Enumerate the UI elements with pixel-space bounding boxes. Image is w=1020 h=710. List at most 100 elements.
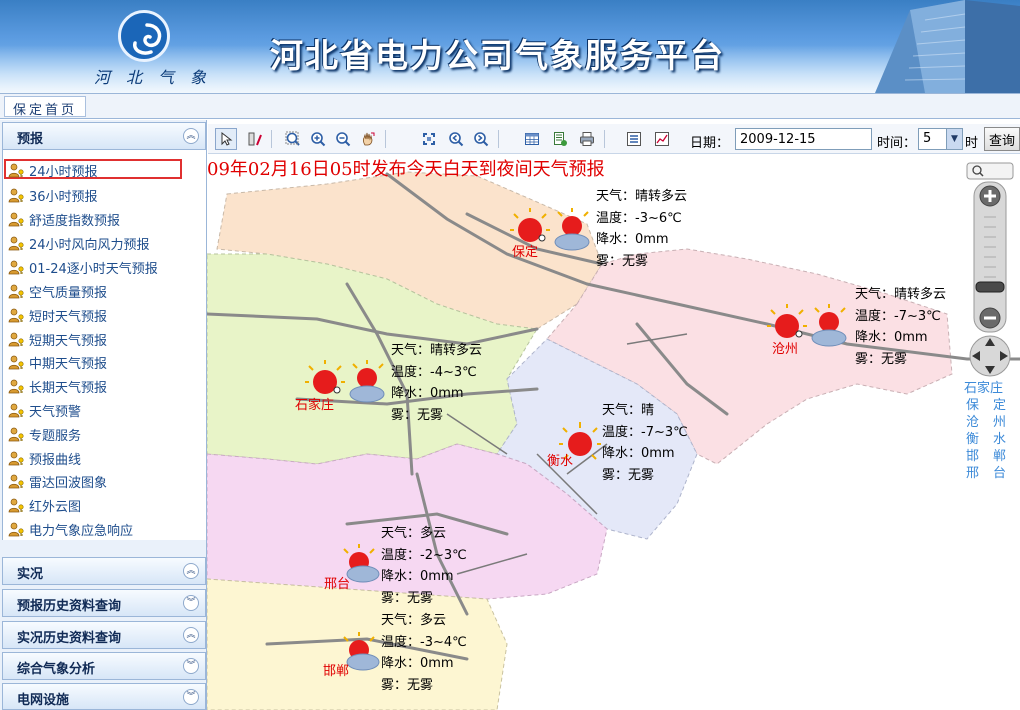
panel-header-label: 综合气象分析 xyxy=(17,662,96,677)
sidebar-item-forecast-curve[interactable]: 预报曲线 xyxy=(8,449,81,469)
weather-text: 天气：多云 xyxy=(381,613,447,628)
city-jump-link[interactable]: 台 xyxy=(993,466,1006,481)
panel-header-observation[interactable]: 实况 ︽ xyxy=(2,557,206,585)
city-label-hengshui: 衡水 xyxy=(547,454,574,469)
sidebar-item-special-service[interactable]: 专题服务 xyxy=(8,425,81,445)
sidebar-item-label: 舒适度指数预报 xyxy=(29,214,121,229)
collapse-chevron-icon[interactable]: ︽ xyxy=(183,563,199,579)
city-jump-link[interactable]: 定 xyxy=(993,398,1006,413)
person-key-icon xyxy=(8,403,25,418)
line-chart-icon xyxy=(655,132,669,146)
sidebar-item-36h-forecast[interactable]: 36小时预报 xyxy=(8,186,98,206)
breadcrumb-home-link[interactable]: 保定首页 xyxy=(4,96,87,118)
zoom-slider-thumb[interactable] xyxy=(975,281,1005,293)
panel-header-forecast-history[interactable]: 预报历史资料查询 ︾ xyxy=(2,589,206,617)
sidebar-item-label: 24小时风向风力预报 xyxy=(29,238,150,253)
weather-map[interactable]: 保定 沧州 石家庄 衡水 邢台 邯郸 天气：晴转多云 温度：-3~6℃ 降水：0… xyxy=(207,154,1020,710)
sidebar-item-medium-range[interactable]: 中期天气预报 xyxy=(8,353,107,373)
select-arrow-button[interactable] xyxy=(215,128,237,150)
forecast-block-hengshui: 天气：晴 温度：-7~3℃ 降水：0mm 雾：无雾 xyxy=(602,400,688,486)
collapse-chevron-icon[interactable]: ︽ xyxy=(183,627,199,643)
map-zoom-control[interactable] xyxy=(966,162,1016,382)
ruler-pencil-icon xyxy=(248,132,262,146)
city-jump-link[interactable]: 衡 xyxy=(966,432,979,447)
chevron-down-icon[interactable]: ▼ xyxy=(946,129,962,149)
prev-view-icon xyxy=(449,132,464,147)
pan-arrows-icon[interactable] xyxy=(969,335,1011,377)
forecast-block-shijiazhuang: 天气：晴转多云 温度：-4~3℃ 降水：0mm 雾：无雾 xyxy=(391,340,482,426)
export-excel-button[interactable] xyxy=(549,128,571,150)
expand-chevron-icon[interactable]: ︾ xyxy=(183,658,199,674)
panel-header-forecast[interactable]: 预报 ︽ xyxy=(2,122,206,150)
sidebar-item-air-quality[interactable]: 空气质量预报 xyxy=(8,282,107,302)
fog-text: 雾：无雾 xyxy=(381,677,434,693)
sidebar-item-hourly-forecast[interactable]: 01-24逐小时天气预报 xyxy=(8,258,158,278)
legend-button[interactable] xyxy=(623,128,645,150)
weather-text: 天气：晴转多云 xyxy=(855,287,947,302)
zoom-in-plus-icon[interactable] xyxy=(979,185,1001,207)
zoom-box-button[interactable] xyxy=(282,128,304,150)
city-jump-row: 邢台 xyxy=(964,465,1020,482)
panel-header-grid-facilities[interactable]: 电网设施 ︾ xyxy=(2,683,206,710)
sidebar-item-wind-forecast[interactable]: 24小时风向风力预报 xyxy=(8,234,150,254)
forecast-block-xingtai: 天气：多云 温度：-2~3℃ 降水：0mm 雾：无雾 xyxy=(381,523,467,609)
sidebar-item-label: 长期天气预报 xyxy=(29,381,108,396)
date-input[interactable] xyxy=(735,128,872,150)
panel-header-observation-history[interactable]: 实况历史资料查询 ︽ xyxy=(2,621,206,649)
sidebar-item-label: 电力气象应急响应 xyxy=(29,524,134,539)
sidebar-item-label: 红外云图 xyxy=(29,500,82,515)
zoom-out-icon xyxy=(336,132,351,147)
print-button[interactable] xyxy=(576,128,598,150)
measure-button[interactable] xyxy=(244,128,266,150)
city-label-xingtai: 邢台 xyxy=(324,577,351,592)
city-jump-link[interactable]: 保 xyxy=(966,398,979,413)
sidebar-item-infrared-cloud[interactable]: 红外云图 xyxy=(8,496,81,516)
sidebar-item-label: 01-24逐小时天气预报 xyxy=(29,262,158,277)
sidebar-item-24h-forecast[interactable]: 24小时预报 xyxy=(4,159,182,180)
hour-select[interactable]: 5 ▼ xyxy=(918,128,963,150)
expand-chevron-icon[interactable]: ︾ xyxy=(183,689,199,705)
city-jump-link[interactable]: 邯 xyxy=(966,449,979,464)
zoom-out-minus-icon[interactable] xyxy=(979,307,1001,329)
logo-text: 河北气象 xyxy=(94,68,223,87)
skyscraper-graphic xyxy=(875,0,1020,93)
sidebar-item-comfort-index[interactable]: 舒适度指数预报 xyxy=(8,210,120,230)
weather-text: 天气：晴转多云 xyxy=(391,343,483,358)
query-button[interactable]: 查询 xyxy=(984,127,1020,151)
city-jump-link[interactable]: 石家庄 xyxy=(964,380,1020,397)
attribute-table-button[interactable] xyxy=(521,128,543,150)
previous-view-button[interactable] xyxy=(445,128,467,150)
city-jump-link[interactable]: 郸 xyxy=(993,449,1006,464)
zoom-out-button[interactable] xyxy=(332,128,354,150)
city-jump-link[interactable]: 水 xyxy=(993,432,1006,447)
expand-chevron-icon[interactable]: ︾ xyxy=(183,595,199,611)
breadcrumb: 保定首页 xyxy=(0,93,1020,119)
sidebar-item-emergency-response[interactable]: 电力气象应急响应 xyxy=(8,520,133,540)
collapse-chevron-icon[interactable]: ︽ xyxy=(183,128,199,144)
sidebar-item-label: 中期天气预报 xyxy=(29,357,108,372)
zoom-in-button[interactable] xyxy=(307,128,329,150)
forecast-block-handan: 天气：多云 温度：-3~4℃ 降水：0mm 雾：无雾 xyxy=(381,610,467,696)
person-key-icon xyxy=(8,522,25,537)
sidebar-item-short-range[interactable]: 短期天气预报 xyxy=(8,330,107,350)
city-jump-link[interactable]: 沧 xyxy=(966,415,979,430)
person-key-icon xyxy=(8,284,25,299)
sidebar-item-nowcast[interactable]: 短时天气预报 xyxy=(8,306,107,326)
city-jump-link[interactable]: 州 xyxy=(993,415,1006,430)
temperature-text: 温度：-7~3℃ xyxy=(602,424,688,440)
panel-header-analysis[interactable]: 综合气象分析 ︾ xyxy=(2,652,206,680)
zoom-box-icon xyxy=(285,131,300,146)
precipitation-text: 降水：0mm xyxy=(602,446,675,461)
chart-button[interactable] xyxy=(651,128,673,150)
map-toolbar: 日期： 时间： 时 xyxy=(208,124,1020,154)
panel-header-label: 实况 xyxy=(17,567,44,582)
sidebar-item-long-range[interactable]: 长期天气预报 xyxy=(8,377,107,397)
city-jump-link[interactable]: 邢 xyxy=(966,466,979,481)
sidebar-item-radar-echo[interactable]: 雷达回波图象 xyxy=(8,472,107,492)
person-key-icon xyxy=(8,236,25,251)
sidebar-item-warning[interactable]: 天气预警 xyxy=(8,401,81,421)
full-extent-button[interactable] xyxy=(418,128,440,150)
next-view-button[interactable] xyxy=(470,128,492,150)
fog-text: 雾：无雾 xyxy=(855,351,908,367)
pan-button[interactable] xyxy=(357,128,379,150)
